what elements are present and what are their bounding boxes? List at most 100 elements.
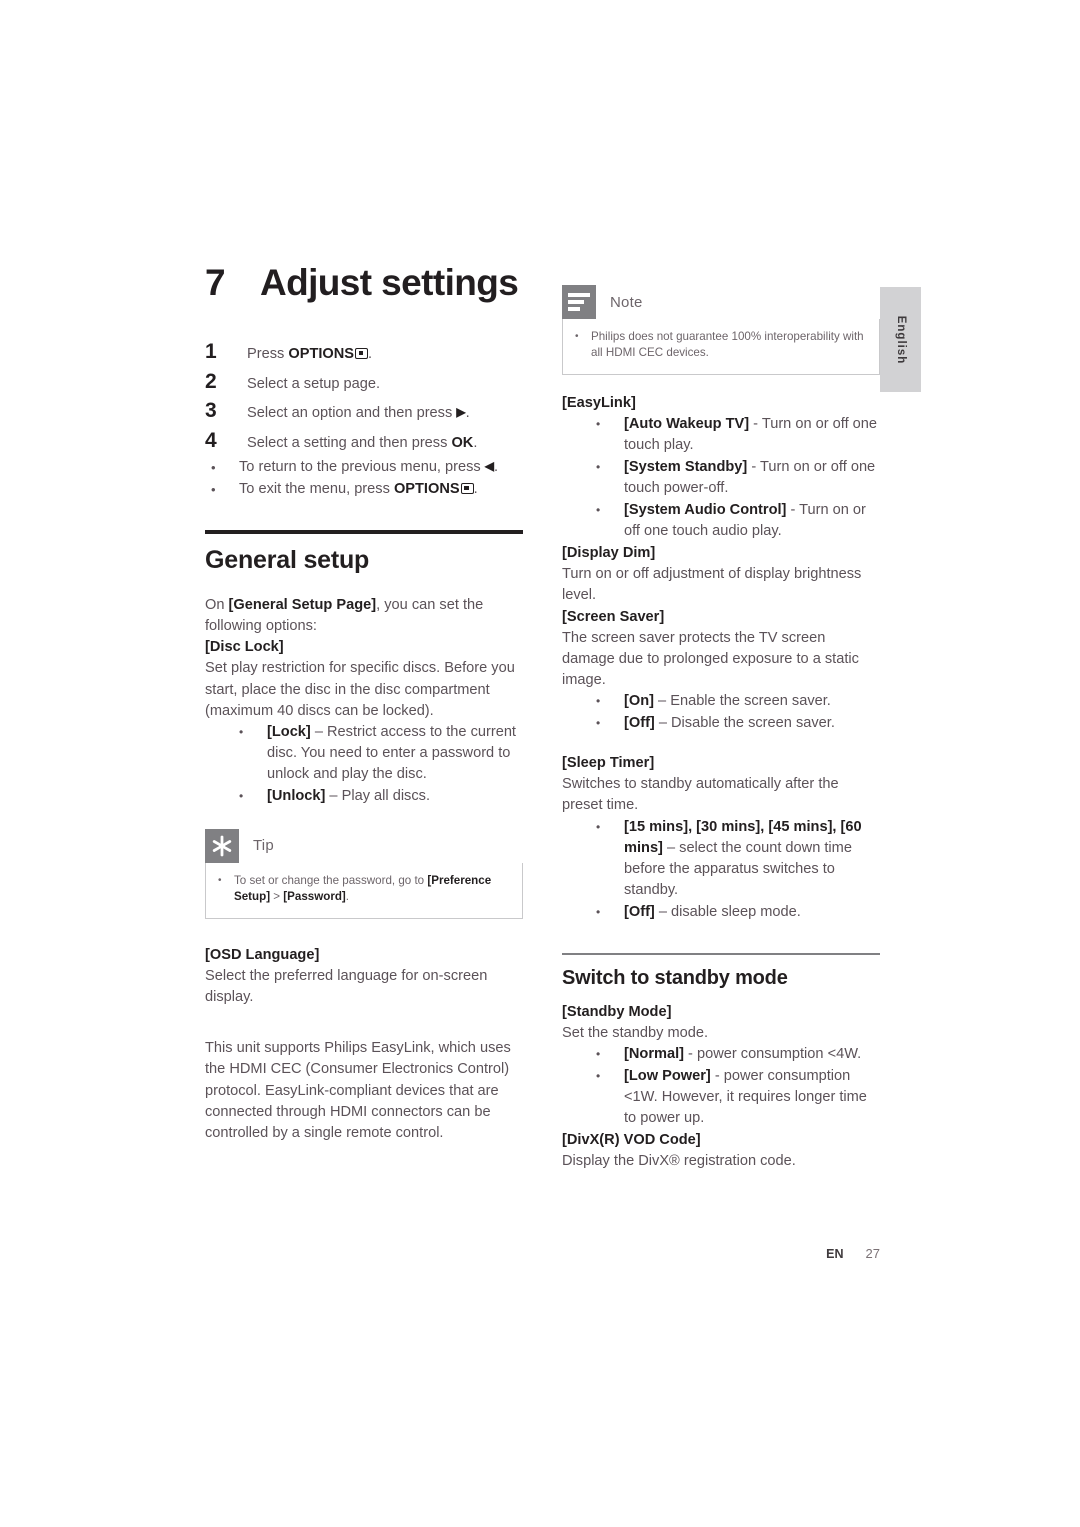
note-callout-label: Note bbox=[610, 293, 643, 311]
option-text: [Lock] – Restrict access to the current … bbox=[267, 722, 523, 785]
option-desc: – Disable the screen saver. bbox=[654, 715, 835, 732]
step-3-lead: Select an option and then press bbox=[247, 405, 457, 422]
option-text: [Auto Wakeup TV] - Turn on or off one to… bbox=[624, 414, 880, 456]
bullet-icon: • bbox=[211, 481, 216, 497]
screen-saver-body: The screen saver protects the TV screen … bbox=[562, 629, 859, 688]
option-label-normal: [Normal] bbox=[624, 1045, 684, 1062]
step-1: 1 Press OPTIONS. bbox=[205, 338, 523, 366]
right-column: Note • Philips does not guarantee 100% i… bbox=[562, 285, 880, 1172]
step-3-tail: . bbox=[465, 405, 470, 422]
tip-callout-label: Tip bbox=[253, 837, 274, 855]
option-heading-display-dim: [Display Dim] bbox=[562, 545, 656, 562]
step-text: Select an option and then press ▶. bbox=[247, 403, 470, 424]
standby-mode-options: • [Normal] - power consumption <4W. • [L… bbox=[562, 1044, 880, 1129]
section-heading-general-setup: General setup bbox=[205, 545, 370, 574]
chapter-number: 7 bbox=[205, 262, 226, 303]
option-label-system-audio-control: [System Audio Control] bbox=[624, 502, 787, 519]
option-label-unlock: [Unlock] bbox=[267, 787, 326, 804]
list-item: • [System Standby] - Turn on or off one … bbox=[562, 457, 880, 499]
note-line-1 bbox=[568, 293, 590, 297]
list-item: • [Off] – Disable the screen saver. bbox=[562, 713, 880, 734]
option-label-lock: [Lock] bbox=[267, 723, 311, 740]
bullet-icon: • bbox=[239, 788, 244, 803]
bullet-icon: • bbox=[596, 503, 601, 518]
page-footer: EN 27 bbox=[562, 1246, 880, 1261]
step-bullet-list: • To return to the previous menu, press … bbox=[205, 457, 523, 500]
tip-asterisk-glyph bbox=[205, 829, 239, 863]
standby-mode-body: Set the standby mode. bbox=[562, 1024, 709, 1041]
bullet-icon: • bbox=[596, 417, 601, 432]
section-divider bbox=[562, 952, 880, 955]
tip-text: To set or change the password, go to [Pr… bbox=[234, 873, 510, 906]
step-3: 3 Select an option and then press ▶. bbox=[205, 397, 523, 425]
note-callout: Note • Philips does not guarantee 100% i… bbox=[562, 285, 880, 375]
option-label-system-standby: [System Standby] bbox=[624, 459, 748, 476]
option-label-auto-wakeup-tv: [Auto Wakeup TV] bbox=[624, 416, 750, 433]
options-button-label: OPTIONS bbox=[288, 346, 355, 362]
note-callout-header: Note bbox=[562, 285, 880, 319]
option-text: [Unlock] – Play all discs. bbox=[267, 786, 523, 807]
osd-language-body: Select the preferred language for on-scr… bbox=[205, 967, 488, 1006]
step-2: 2 Select a setup page. bbox=[205, 368, 523, 396]
option-desc: – Play all discs. bbox=[325, 787, 431, 804]
option-desc: - power consumption <4W. bbox=[684, 1045, 862, 1062]
note-text: Philips does not guarantee 100% interope… bbox=[591, 330, 864, 360]
tip-lead: To set or change the password, go to bbox=[234, 873, 428, 887]
screen-saver-options: • [On] – Enable the screen saver. • [Off… bbox=[562, 691, 880, 734]
option-text: [System Standby] - Turn on or off one to… bbox=[624, 457, 880, 499]
options-button-label: OPTIONS bbox=[393, 480, 460, 497]
option-heading-sleep-timer: [Sleep Timer] bbox=[562, 755, 655, 772]
left-column: 7 Adjust settings 1 Press OPTIONS. 2 Sel… bbox=[205, 262, 523, 1144]
bullet-icon: • bbox=[596, 1046, 601, 1061]
language-side-tab: English bbox=[880, 287, 921, 392]
section-divider bbox=[205, 529, 523, 534]
list-item: • [Normal] - power consumption <4W. bbox=[562, 1044, 880, 1065]
option-text: [System Audio Control] - Turn on or off … bbox=[624, 500, 880, 542]
step-number: 4 bbox=[205, 429, 217, 453]
bullet-icon: • bbox=[218, 874, 222, 886]
option-text: [On] – Enable the screen saver. bbox=[624, 691, 880, 712]
list-item: • [Low Power] - power consumption <1W. H… bbox=[562, 1066, 880, 1129]
step-number: 2 bbox=[205, 369, 217, 393]
easylink-intro-paragraph: This unit supports Philips EasyLink, whi… bbox=[205, 1040, 511, 1141]
option-label-off: [Off] bbox=[624, 903, 655, 920]
footer-language-code: EN bbox=[826, 1247, 844, 1261]
language-side-tab-label: English bbox=[894, 315, 907, 364]
option-text: [Off] – Disable the screen saver. bbox=[624, 713, 880, 734]
list-item: • [15 mins], [30 mins], [45 mins], [60 m… bbox=[562, 817, 880, 901]
list-item: • To exit the menu, press OPTIONS. bbox=[205, 479, 523, 500]
bullet-icon: • bbox=[596, 904, 601, 919]
option-heading-divx-vod-code: [DivX(R) VOD Code] bbox=[562, 1131, 701, 1148]
list-item: • [Unlock] – Play all discs. bbox=[205, 786, 523, 807]
bullet-icon: • bbox=[596, 460, 601, 475]
list-item: • To return to the previous menu, press … bbox=[205, 457, 523, 478]
step-4: 4 Select a setting and then press OK. bbox=[205, 427, 523, 455]
bullet-icon: • bbox=[596, 1068, 601, 1083]
option-text: [Off] – disable sleep mode. bbox=[624, 902, 880, 923]
option-label-low-power: [Low Power] bbox=[624, 1067, 711, 1084]
option-heading-screen-saver: [Screen Saver] bbox=[562, 608, 665, 625]
ok-button-label: OK bbox=[451, 435, 474, 452]
note-lines-icon bbox=[562, 285, 596, 319]
step-4-tail: . bbox=[473, 435, 478, 452]
option-label-on: [On] bbox=[624, 693, 654, 710]
step-1-tail: . bbox=[368, 346, 373, 362]
bullet-text: To exit the menu, press OPTIONS. bbox=[239, 479, 523, 500]
option-desc: – Enable the screen saver. bbox=[654, 693, 831, 710]
option-label-off: [Off] bbox=[624, 715, 655, 732]
arrow-right-icon: ▶ bbox=[456, 405, 466, 420]
tip-callout: Tip • To set or change the password, go … bbox=[205, 828, 523, 919]
chapter-heading: 7 Adjust settings bbox=[205, 262, 523, 304]
bullet-text: To return to the previous menu, press ◀. bbox=[239, 457, 523, 478]
sleep-timer-body: Switches to standby automatically after … bbox=[562, 776, 839, 814]
option-heading-standby-mode: [Standby Mode] bbox=[562, 1003, 672, 1020]
step-1-lead: Press bbox=[247, 346, 289, 362]
tip-sep: > bbox=[270, 890, 284, 904]
option-text: [15 mins], [30 mins], [45 mins], [60 min… bbox=[624, 817, 880, 901]
list-item: • [Lock] – Restrict access to the curren… bbox=[205, 722, 523, 785]
section-heading-standby: Switch to standby mode bbox=[562, 966, 788, 989]
list-item: • [System Audio Control] - Turn on or of… bbox=[562, 500, 880, 542]
